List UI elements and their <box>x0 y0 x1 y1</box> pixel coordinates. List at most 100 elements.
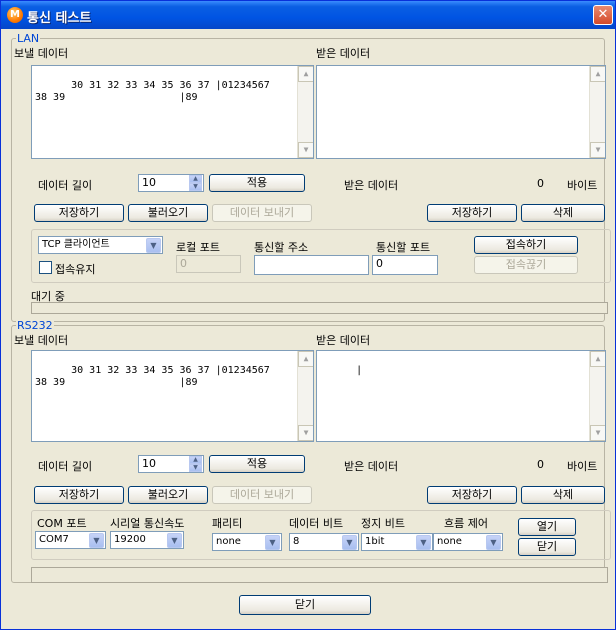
chevron-down-icon[interactable]: ▼ <box>89 533 104 548</box>
lan-send-text: 30 31 32 33 34 35 36 37 |01234567 38 39 … <box>35 80 270 103</box>
lan-disconnect-button[interactable]: 접속끊기 <box>474 256 578 274</box>
rs232-status-bar <box>31 567 608 583</box>
lan-delete-button[interactable]: 삭제 <box>521 204 605 222</box>
scroll-down-icon[interactable]: ▼ <box>298 142 313 158</box>
rs232-baud-value: 19200 <box>114 534 146 545</box>
lan-recv-save-button[interactable]: 저장하기 <box>427 204 517 222</box>
lan-length-stepper[interactable]: 10 ▲ ▼ <box>138 174 204 192</box>
lan-remote-port-input[interactable]: 0 <box>372 255 438 275</box>
scroll-up-icon[interactable]: ▲ <box>590 66 605 82</box>
scroll-up-icon[interactable]: ▲ <box>298 66 313 82</box>
lan-send-data-button[interactable]: 데이터 보내기 <box>212 204 312 222</box>
rs232-parity-select[interactable]: none ▼ <box>212 533 282 551</box>
lan-legend: LAN <box>16 32 41 45</box>
lan-keep-connection-label: 접속유지 <box>55 263 96 276</box>
scroll-down-icon[interactable]: ▼ <box>590 425 605 441</box>
rs232-length-stepper[interactable]: 10 ▲ ▼ <box>138 455 204 473</box>
lan-send-label: 보낼 데이터 <box>14 47 69 60</box>
scroll-down-icon[interactable]: ▼ <box>298 425 313 441</box>
rs232-recv-save-button[interactable]: 저장하기 <box>427 486 517 504</box>
spin-up-icon[interactable]: ▲ <box>189 456 202 464</box>
lan-send-textarea[interactable]: 30 31 32 33 34 35 36 37 |01234567 38 39 … <box>31 65 314 159</box>
lan-send-scrollbar[interactable]: ▲ ▼ <box>297 66 313 158</box>
rs232-databits-value: 8 <box>293 536 300 547</box>
rs232-open-button[interactable]: 열기 <box>518 518 576 536</box>
rs232-port-value: COM7 <box>39 534 69 545</box>
lan-local-port-value: 0 <box>180 257 187 270</box>
rs232-send-textarea[interactable]: 30 31 32 33 34 35 36 37 |01234567 38 39 … <box>31 350 314 442</box>
rs232-close-port-button[interactable]: 닫기 <box>518 538 576 556</box>
rs232-bytes-label: 바이트 <box>567 460 598 473</box>
lan-remote-address-input[interactable] <box>254 255 369 275</box>
footer-close-button[interactable]: 닫기 <box>239 595 371 615</box>
rs232-stopbits-select[interactable]: 1bit ▼ <box>361 533 433 551</box>
spin-down-icon[interactable]: ▼ <box>189 464 202 472</box>
chevron-down-icon[interactable]: ▼ <box>486 535 501 550</box>
window-title: 통신 테스트 <box>27 11 92 26</box>
rs232-send-data-button[interactable]: 데이터 보내기 <box>212 486 312 504</box>
lan-length-label: 데이터 길이 <box>38 179 93 192</box>
rs232-length-label: 데이터 길이 <box>38 460 93 473</box>
lan-recv-textarea[interactable]: ▲ ▼ <box>316 65 606 159</box>
spin-up-icon[interactable]: ▲ <box>189 175 202 183</box>
rs232-port-select[interactable]: COM7 ▼ <box>35 531 106 549</box>
chevron-down-icon[interactable]: ▼ <box>167 533 182 548</box>
rs232-databits-select[interactable]: 8 ▼ <box>289 533 359 551</box>
rs232-baud-label: 시리얼 통신속도 <box>110 517 185 530</box>
rs232-length-value: 10 <box>142 457 156 470</box>
rs232-parity-label: 패리티 <box>212 517 243 530</box>
lan-load-button[interactable]: 불러오기 <box>128 204 208 222</box>
scroll-up-icon[interactable]: ▲ <box>298 351 313 367</box>
chevron-down-icon[interactable]: ▼ <box>146 238 161 253</box>
lan-length-value: 10 <box>142 176 156 189</box>
rs232-apply-button[interactable]: 적용 <box>209 455 305 473</box>
rs232-recv-label: 받은 데이터 <box>316 334 371 347</box>
rs232-stopbits-value: 1bit <box>365 536 385 547</box>
lan-recv-label: 받은 데이터 <box>316 47 371 60</box>
rs232-databits-label: 데이터 비트 <box>289 517 344 530</box>
window-client: LAN 보낼 데이터 받은 데이터 30 31 32 33 34 35 36 3… <box>4 29 612 627</box>
rs232-legend: RS232 <box>16 319 54 332</box>
main-window: M 통신 테스트 ✕ LAN 보낼 데이터 받은 데이터 30 31 32 33… <box>0 0 616 630</box>
scroll-down-icon[interactable]: ▼ <box>590 142 605 158</box>
app-m-icon: M <box>7 7 23 23</box>
rs232-recv-text: | <box>356 365 363 376</box>
lan-mode-select[interactable]: TCP 클라이언트 ▼ <box>38 236 163 254</box>
lan-bytes-label: 바이트 <box>567 179 598 192</box>
rs232-recv-textarea[interactable]: | ▲ ▼ <box>316 350 606 442</box>
lan-remote-address-label: 통신할 주소 <box>254 241 309 254</box>
lan-apply-button[interactable]: 적용 <box>209 174 305 192</box>
rs232-save-button[interactable]: 저장하기 <box>34 486 124 504</box>
scroll-up-icon[interactable]: ▲ <box>590 351 605 367</box>
lan-save-button[interactable]: 저장하기 <box>34 204 124 222</box>
rs232-delete-button[interactable]: 삭제 <box>521 486 605 504</box>
lan-remote-port-label: 통신할 포트 <box>376 241 431 254</box>
lan-keep-connection-checkbox[interactable] <box>39 261 52 274</box>
spin-down-icon[interactable]: ▼ <box>189 183 202 191</box>
rs232-send-text: 30 31 32 33 34 35 36 37 |01234567 38 39 … <box>35 365 270 388</box>
rs232-flow-label: 흐름 제어 <box>444 517 488 530</box>
rs232-load-button[interactable]: 불러오기 <box>128 486 208 504</box>
rs232-baud-select[interactable]: 19200 ▼ <box>110 531 184 549</box>
lan-mode-value: TCP 클라이언트 <box>42 239 110 250</box>
chevron-down-icon[interactable]: ▼ <box>416 535 431 550</box>
rs232-send-scrollbar[interactable]: ▲ ▼ <box>297 351 313 441</box>
lan-recv-scrollbar[interactable]: ▲ ▼ <box>589 66 605 158</box>
lan-local-port-label: 로컬 포트 <box>176 241 220 254</box>
lan-connect-button[interactable]: 접속하기 <box>474 236 578 254</box>
lan-recv-count-label: 받은 데이터 <box>344 179 399 192</box>
lan-recv-count: 0 <box>537 177 544 190</box>
rs232-send-label: 보낼 데이터 <box>14 334 69 347</box>
chevron-down-icon[interactable]: ▼ <box>265 535 280 550</box>
lan-status-bar <box>31 302 608 314</box>
rs232-recv-scrollbar[interactable]: ▲ ▼ <box>589 351 605 441</box>
rs232-parity-value: none <box>216 536 241 547</box>
title-bar[interactable]: M 통신 테스트 ✕ <box>1 1 615 29</box>
lan-remote-port-value: 0 <box>376 257 383 270</box>
rs232-port-label: COM 포트 <box>37 517 87 530</box>
rs232-flow-select[interactable]: none ▼ <box>433 533 503 551</box>
chevron-down-icon[interactable]: ▼ <box>342 535 357 550</box>
rs232-recv-count: 0 <box>537 458 544 471</box>
window-close-button[interactable]: ✕ <box>593 5 613 25</box>
lan-local-port-input[interactable]: 0 <box>176 255 241 273</box>
